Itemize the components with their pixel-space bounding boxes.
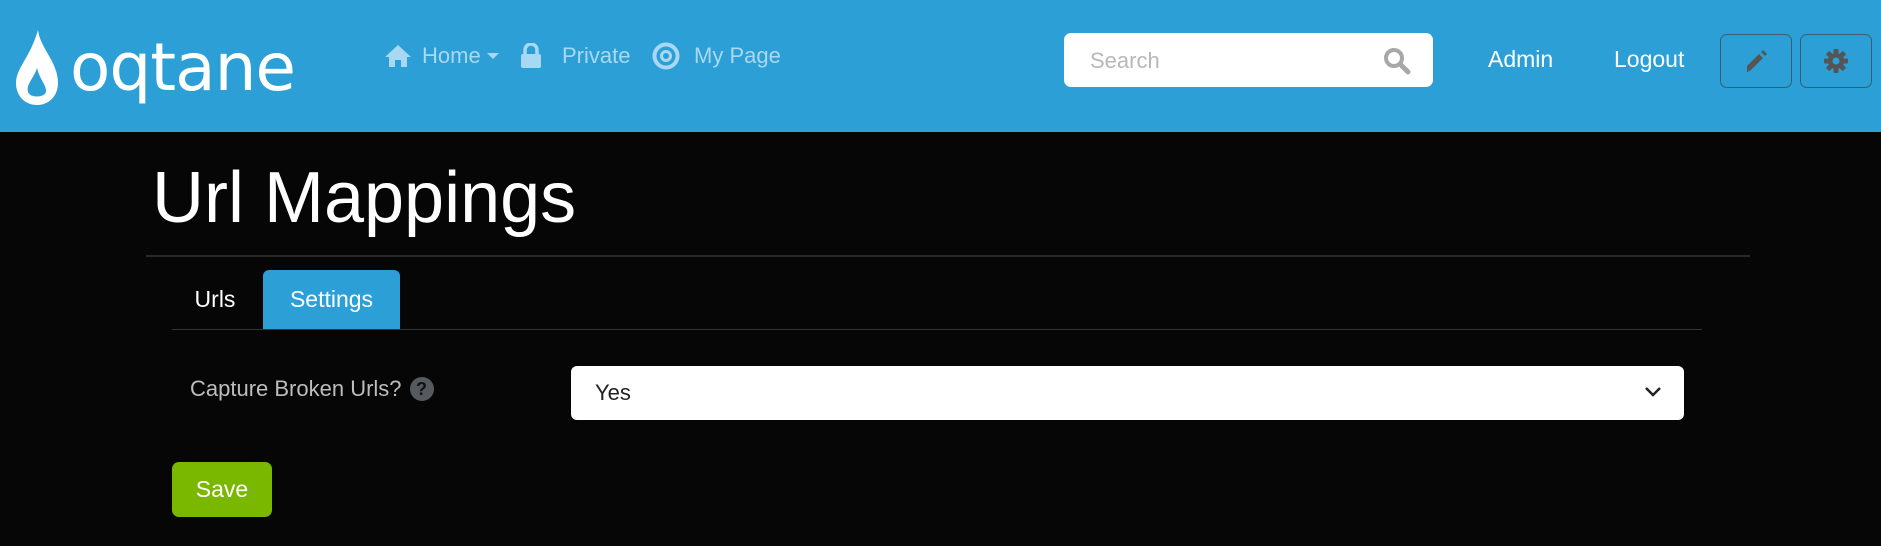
selected-value: Yes xyxy=(595,380,631,405)
nav-home-label: Home xyxy=(422,43,481,68)
svg-text:oqtane: oqtane xyxy=(70,29,295,106)
logout-link[interactable]: Logout xyxy=(1614,46,1684,73)
chevron-down-icon xyxy=(1645,387,1661,397)
caret-down-icon xyxy=(486,53,499,59)
nav-home[interactable]: Home xyxy=(384,40,510,72)
nav-private-label: Private xyxy=(562,43,631,68)
tab-settings[interactable]: Settings xyxy=(263,270,400,329)
nav-private[interactable]: Private xyxy=(520,40,630,72)
edit-mode-button[interactable] xyxy=(1720,34,1792,88)
lock-icon xyxy=(521,43,541,68)
header: oqtane Home Private My Page Admin Logout xyxy=(0,0,1881,132)
capture-broken-urls-label: Capture Broken Urls? ? xyxy=(190,376,434,402)
search-icon[interactable] xyxy=(1383,47,1411,75)
gear-icon xyxy=(1824,49,1848,73)
page-title: Url Mappings xyxy=(152,158,577,238)
title-divider xyxy=(146,255,1750,257)
admin-link[interactable]: Admin xyxy=(1488,46,1553,73)
oqtane-logo[interactable]: oqtane xyxy=(10,28,350,113)
home-icon xyxy=(385,45,411,67)
nav-my-page-label: My Page xyxy=(694,43,781,68)
save-button[interactable]: Save xyxy=(172,462,272,517)
search-box xyxy=(1064,33,1433,89)
capture-broken-urls-text: Capture Broken Urls? xyxy=(190,376,402,401)
tab-divider xyxy=(172,329,1702,330)
nav-my-page[interactable]: My Page xyxy=(652,40,781,72)
help-icon[interactable]: ? xyxy=(409,377,434,401)
pencil-icon xyxy=(1747,50,1767,72)
target-icon xyxy=(652,42,680,70)
capture-broken-urls-select[interactable]: Yes xyxy=(571,366,1684,420)
tab-urls[interactable]: Urls xyxy=(180,270,250,329)
search-input[interactable] xyxy=(1088,33,1392,89)
control-panel-button[interactable] xyxy=(1800,34,1872,88)
